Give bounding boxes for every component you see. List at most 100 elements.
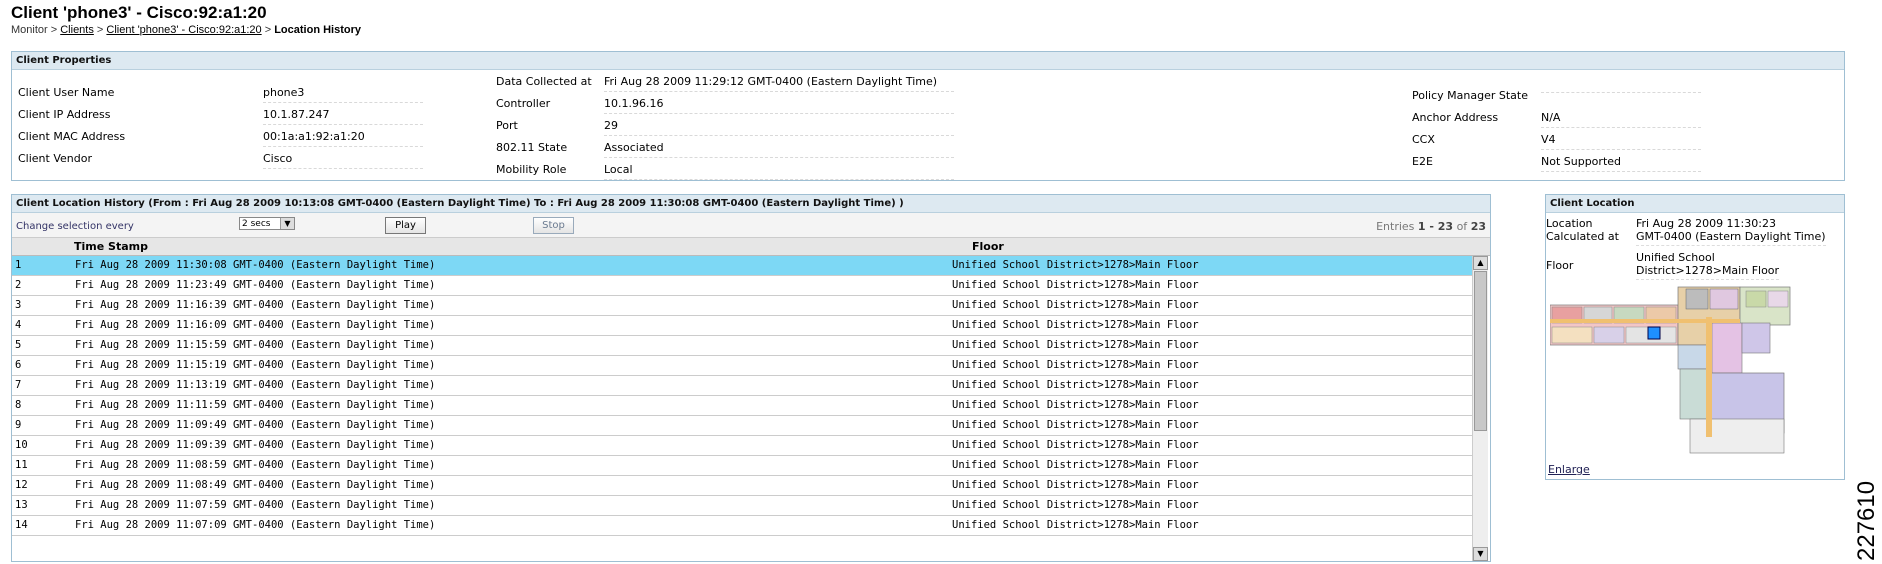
cell-ts: Fri Aug 28 2009 11:08:59 GMT-0400 (Easte…: [75, 459, 436, 471]
floor-value-line1: Unified School: [1636, 251, 1715, 264]
table-row[interactable]: 14 Fri Aug 28 2009 11:07:09 GMT-0400 (Eas…: [12, 516, 1473, 536]
table-row[interactable]: 11 Fri Aug 28 2009 11:08:59 GMT-0400 (Eas…: [12, 456, 1473, 476]
property-label: Client IP Address: [18, 108, 111, 121]
history-table-body: 1 Fri Aug 28 2009 11:30:08 GMT-0400 (East…: [12, 256, 1473, 536]
stop-button[interactable]: Stop: [533, 217, 574, 234]
table-row[interactable]: 5 Fri Aug 28 2009 11:15:59 GMT-0400 (East…: [12, 336, 1473, 356]
table-row[interactable]: 7 Fri Aug 28 2009 11:13:19 GMT-0400 (East…: [12, 376, 1473, 396]
client-properties-header: Client Properties: [12, 52, 1844, 70]
cell-floor: Unified School District>1278>Main Floor: [952, 339, 1199, 351]
property-value: Associated: [604, 141, 954, 158]
property-label: Client Vendor: [18, 152, 92, 165]
playback-controls: Change selection every 2 secs ▼ Play Sto…: [12, 213, 1490, 238]
column-floor[interactable]: Floor: [972, 240, 1004, 253]
scroll-up-icon[interactable]: ▲: [1473, 256, 1488, 270]
interval-select[interactable]: 2 secs ▼: [239, 217, 295, 230]
breadcrumb-client-link[interactable]: Client 'phone3' - Cisco:92:a1:20: [106, 24, 261, 36]
table-row[interactable]: 9 Fri Aug 28 2009 11:09:49 GMT-0400 (East…: [12, 416, 1473, 436]
floor-map-image[interactable]: [1550, 283, 1800, 455]
entries-prefix: Entries: [1376, 220, 1418, 233]
enlarge-link[interactable]: Enlarge: [1548, 463, 1590, 476]
property-label: Client MAC Address: [18, 130, 126, 143]
breadcrumb: Monitor > Clients > Client 'phone3' - Ci…: [11, 24, 361, 36]
cell-n: 6: [15, 359, 22, 371]
cell-ts: Fri Aug 28 2009 11:11:59 GMT-0400 (Easte…: [75, 399, 436, 411]
table-scrollbar[interactable]: ▲ ▼: [1472, 256, 1488, 561]
cell-floor: Unified School District>1278>Main Floor: [952, 359, 1199, 371]
table-row[interactable]: 1 Fri Aug 28 2009 11:30:08 GMT-0400 (East…: [12, 256, 1473, 276]
property-value: V4: [1541, 133, 1701, 150]
cell-n: 12: [15, 479, 28, 491]
figure-number: 227610: [1852, 470, 1882, 564]
property-value: phone3: [263, 86, 423, 103]
cell-ts: Fri Aug 28 2009 11:23:49 GMT-0400 (Easte…: [75, 279, 436, 291]
figure-number-text: 227610: [1853, 480, 1880, 561]
cell-ts: Fri Aug 28 2009 11:15:59 GMT-0400 (Easte…: [75, 339, 436, 351]
breadcrumb-separator: >: [93, 24, 107, 36]
property-label: CCX: [1412, 133, 1435, 146]
scrollbar-thumb[interactable]: [1474, 271, 1487, 431]
property-label: Client User Name: [18, 86, 115, 99]
chevron-down-icon[interactable]: ▼: [280, 218, 294, 229]
interval-value: 2 secs: [242, 219, 271, 229]
entries-range: 1 - 23: [1417, 220, 1454, 233]
cell-n: 11: [15, 459, 28, 471]
page-title: Client 'phone3' - Cisco:92:a1:20: [11, 3, 267, 22]
floor-value-line2: District>1278>Main Floor: [1636, 264, 1780, 277]
cell-floor: Unified School District>1278>Main Floor: [952, 419, 1199, 431]
cell-n: 10: [15, 439, 28, 451]
property-label: Anchor Address: [1412, 111, 1499, 124]
property-label: Mobility Role: [496, 163, 567, 176]
breadcrumb-separator: >: [261, 24, 275, 36]
property-label: Policy Manager State: [1412, 89, 1528, 102]
cell-ts: Fri Aug 28 2009 11:16:09 GMT-0400 (Easte…: [75, 319, 436, 331]
cell-ts: Fri Aug 28 2009 11:09:49 GMT-0400 (Easte…: [75, 419, 436, 431]
cell-floor: Unified School District>1278>Main Floor: [952, 459, 1199, 471]
property-label: Data Collected at: [496, 75, 592, 88]
breadcrumb-monitor: Monitor: [11, 24, 48, 36]
client-location-panel: Client Location Location Calculated at Fr…: [1545, 194, 1845, 480]
entries-of: of: [1453, 220, 1471, 233]
cell-ts: Fri Aug 28 2009 11:15:19 GMT-0400 (Easte…: [75, 359, 436, 371]
play-button[interactable]: Play: [385, 217, 426, 234]
table-row[interactable]: 2 Fri Aug 28 2009 11:23:49 GMT-0400 (East…: [12, 276, 1473, 296]
property-label: Port: [496, 119, 518, 132]
cell-n: 3: [15, 299, 22, 311]
table-row[interactable]: 3 Fri Aug 28 2009 11:16:39 GMT-0400 (East…: [12, 296, 1473, 316]
cell-floor: Unified School District>1278>Main Floor: [952, 259, 1199, 271]
property-label: E2E: [1412, 155, 1433, 168]
cell-floor: Unified School District>1278>Main Floor: [952, 319, 1199, 331]
calc-value-line1: Fri Aug 28 2009 11:30:23: [1636, 217, 1776, 230]
table-row[interactable]: 8 Fri Aug 28 2009 11:11:59 GMT-0400 (East…: [12, 396, 1473, 416]
client-location-header: Client Location: [1546, 195, 1844, 213]
change-selection-label: Change selection every: [16, 221, 134, 232]
cell-ts: Fri Aug 28 2009 11:13:19 GMT-0400 (Easte…: [75, 379, 436, 391]
property-label: 802.11 State: [496, 141, 568, 154]
cell-n: 8: [15, 399, 22, 411]
table-row[interactable]: 12 Fri Aug 28 2009 11:08:49 GMT-0400 (Eas…: [12, 476, 1473, 496]
location-calculated-label: Location Calculated at: [1546, 217, 1619, 243]
breadcrumb-separator: >: [47, 24, 61, 36]
table-row[interactable]: 10 Fri Aug 28 2009 11:09:39 GMT-0400 (Eas…: [12, 436, 1473, 456]
property-value: Cisco: [263, 152, 423, 169]
table-row[interactable]: 13 Fri Aug 28 2009 11:07:59 GMT-0400 (Eas…: [12, 496, 1473, 516]
location-history-panel: Client Location History (From : Fri Aug …: [11, 194, 1491, 562]
cell-floor: Unified School District>1278>Main Floor: [952, 439, 1199, 451]
calc-value-line2: GMT-0400 (Eastern Daylight Time): [1636, 230, 1826, 243]
breadcrumb-clients-link[interactable]: Clients: [60, 24, 94, 36]
property-value: Local: [604, 163, 954, 180]
breadcrumb-current: Location History: [274, 24, 361, 36]
scroll-down-icon[interactable]: ▼: [1473, 547, 1488, 561]
cell-floor: Unified School District>1278>Main Floor: [952, 379, 1199, 391]
cell-n: 2: [15, 279, 22, 291]
cell-ts: Fri Aug 28 2009 11:30:08 GMT-0400 (Easte…: [75, 259, 436, 271]
property-value: Fri Aug 28 2009 11:29:12 GMT-0400 (Easte…: [604, 75, 954, 92]
location-history-header: Client Location History (From : Fri Aug …: [12, 195, 1490, 213]
table-header: Time Stamp Floor: [12, 238, 1490, 256]
cell-n: 1: [15, 259, 22, 271]
client-properties-panel: Client Properties Client User Name phone3…: [11, 51, 1845, 181]
table-row[interactable]: 4 Fri Aug 28 2009 11:16:09 GMT-0400 (East…: [12, 316, 1473, 336]
cell-floor: Unified School District>1278>Main Floor: [952, 399, 1199, 411]
column-timestamp[interactable]: Time Stamp: [74, 240, 148, 253]
table-row[interactable]: 6 Fri Aug 28 2009 11:15:19 GMT-0400 (East…: [12, 356, 1473, 376]
